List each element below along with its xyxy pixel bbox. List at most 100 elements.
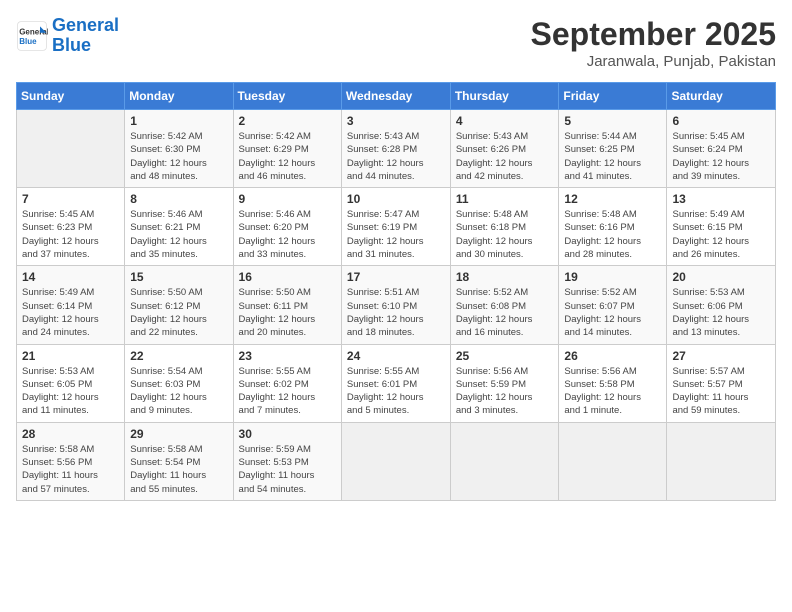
calendar-cell: 23 Sunrise: 5:55 AM Sunset: 6:02 PM Dayli… [233,344,341,422]
day-number: 24 [347,349,445,363]
day-number: 23 [239,349,336,363]
calendar-cell: 25 Sunrise: 5:56 AM Sunset: 5:59 PM Dayli… [450,344,559,422]
day-info: Sunrise: 5:49 AM Sunset: 6:15 PM Dayligh… [672,208,770,261]
day-number: 10 [347,192,445,206]
calendar-cell: 15 Sunrise: 5:50 AM Sunset: 6:12 PM Dayli… [125,266,233,344]
page-header: General Blue GeneralBlue September 2025 … [16,16,776,70]
day-info: Sunrise: 5:56 AM Sunset: 5:59 PM Dayligh… [456,365,554,418]
day-info: Sunrise: 5:53 AM Sunset: 6:05 PM Dayligh… [22,365,119,418]
day-info: Sunrise: 5:58 AM Sunset: 5:56 PM Dayligh… [22,443,119,496]
day-number: 27 [672,349,770,363]
calendar-cell [450,422,559,500]
calendar-week-row: 28 Sunrise: 5:58 AM Sunset: 5:56 PM Dayli… [17,422,776,500]
day-info: Sunrise: 5:56 AM Sunset: 5:58 PM Dayligh… [564,365,661,418]
day-number: 5 [564,114,661,128]
calendar-cell: 10 Sunrise: 5:47 AM Sunset: 6:19 PM Dayli… [341,188,450,266]
day-number: 3 [347,114,445,128]
calendar-cell: 16Sunrise: 5:50 AM Sunset: 6:11 PM Dayli… [233,266,341,344]
day-info: Sunrise: 5:43 AM Sunset: 6:28 PM Dayligh… [347,130,445,183]
calendar-cell: 24Sunrise: 5:55 AM Sunset: 6:01 PM Dayli… [341,344,450,422]
calendar-cell: 28 Sunrise: 5:58 AM Sunset: 5:56 PM Dayli… [17,422,125,500]
calendar-cell: 21 Sunrise: 5:53 AM Sunset: 6:05 PM Dayli… [17,344,125,422]
calendar-header-row: SundayMondayTuesdayWednesdayThursdayFrid… [17,83,776,110]
day-number: 11 [456,192,554,206]
day-number: 15 [130,270,227,284]
calendar-cell: 9Sunrise: 5:46 AM Sunset: 6:20 PM Daylig… [233,188,341,266]
calendar-cell: 29Sunrise: 5:58 AM Sunset: 5:54 PM Dayli… [125,422,233,500]
day-info: Sunrise: 5:54 AM Sunset: 6:03 PM Dayligh… [130,365,227,418]
weekday-header: Tuesday [233,83,341,110]
logo: General Blue GeneralBlue [16,16,119,56]
day-info: Sunrise: 5:49 AM Sunset: 6:14 PM Dayligh… [22,286,119,339]
day-number: 7 [22,192,119,206]
weekday-header: Thursday [450,83,559,110]
location-subtitle: Jaranwala, Punjab, Pakistan [531,53,776,70]
calendar-cell: 26 Sunrise: 5:56 AM Sunset: 5:58 PM Dayli… [559,344,667,422]
day-number: 14 [22,270,119,284]
day-info: Sunrise: 5:42 AM Sunset: 6:29 PM Dayligh… [239,130,336,183]
day-number: 25 [456,349,554,363]
day-info: Sunrise: 5:58 AM Sunset: 5:54 PM Dayligh… [130,443,227,496]
calendar-table: SundayMondayTuesdayWednesdayThursdayFrid… [16,82,776,501]
logo-icon: General Blue [16,20,48,52]
day-info: Sunrise: 5:59 AM Sunset: 5:53 PM Dayligh… [239,443,336,496]
calendar-cell: 17 Sunrise: 5:51 AM Sunset: 6:10 PM Dayli… [341,266,450,344]
day-number: 17 [347,270,445,284]
day-info: Sunrise: 5:52 AM Sunset: 6:08 PM Dayligh… [456,286,554,339]
calendar-cell: 13 Sunrise: 5:49 AM Sunset: 6:15 PM Dayli… [667,188,776,266]
day-number: 21 [22,349,119,363]
day-number: 13 [672,192,770,206]
day-number: 26 [564,349,661,363]
calendar-cell: 5 Sunrise: 5:44 AM Sunset: 6:25 PM Daylig… [559,110,667,188]
calendar-cell: 19 Sunrise: 5:52 AM Sunset: 6:07 PM Dayli… [559,266,667,344]
day-info: Sunrise: 5:52 AM Sunset: 6:07 PM Dayligh… [564,286,661,339]
calendar-cell [17,110,125,188]
month-title: September 2025 [531,16,776,53]
day-info: Sunrise: 5:46 AM Sunset: 6:20 PM Dayligh… [239,208,336,261]
day-info: Sunrise: 5:42 AM Sunset: 6:30 PM Dayligh… [130,130,227,183]
calendar-cell: 18Sunrise: 5:52 AM Sunset: 6:08 PM Dayli… [450,266,559,344]
calendar-cell [341,422,450,500]
day-number: 19 [564,270,661,284]
title-block: September 2025 Jaranwala, Punjab, Pakist… [531,16,776,70]
calendar-cell: 30 Sunrise: 5:59 AM Sunset: 5:53 PM Dayli… [233,422,341,500]
calendar-cell [667,422,776,500]
day-info: Sunrise: 5:48 AM Sunset: 6:18 PM Dayligh… [456,208,554,261]
day-number: 12 [564,192,661,206]
logo-text: GeneralBlue [52,16,119,56]
calendar-cell: 8Sunrise: 5:46 AM Sunset: 6:21 PM Daylig… [125,188,233,266]
day-info: Sunrise: 5:46 AM Sunset: 6:21 PM Dayligh… [130,208,227,261]
weekday-header: Saturday [667,83,776,110]
day-number: 28 [22,427,119,441]
day-info: Sunrise: 5:45 AM Sunset: 6:23 PM Dayligh… [22,208,119,261]
day-info: Sunrise: 5:53 AM Sunset: 6:06 PM Dayligh… [672,286,770,339]
calendar-cell: 3 Sunrise: 5:43 AM Sunset: 6:28 PM Daylig… [341,110,450,188]
day-info: Sunrise: 5:57 AM Sunset: 5:57 PM Dayligh… [672,365,770,418]
calendar-week-row: 1 Sunrise: 5:42 AM Sunset: 6:30 PM Daylig… [17,110,776,188]
day-number: 1 [130,114,227,128]
day-info: Sunrise: 5:50 AM Sunset: 6:12 PM Dayligh… [130,286,227,339]
calendar-cell: 27 Sunrise: 5:57 AM Sunset: 5:57 PM Dayli… [667,344,776,422]
weekday-header: Monday [125,83,233,110]
day-number: 30 [239,427,336,441]
calendar-cell: 14 Sunrise: 5:49 AM Sunset: 6:14 PM Dayli… [17,266,125,344]
day-number: 22 [130,349,227,363]
calendar-cell: 20Sunrise: 5:53 AM Sunset: 6:06 PM Dayli… [667,266,776,344]
day-info: Sunrise: 5:45 AM Sunset: 6:24 PM Dayligh… [672,130,770,183]
calendar-cell: 6Sunrise: 5:45 AM Sunset: 6:24 PM Daylig… [667,110,776,188]
day-number: 2 [239,114,336,128]
day-info: Sunrise: 5:51 AM Sunset: 6:10 PM Dayligh… [347,286,445,339]
calendar-cell: 4Sunrise: 5:43 AM Sunset: 6:26 PM Daylig… [450,110,559,188]
day-info: Sunrise: 5:44 AM Sunset: 6:25 PM Dayligh… [564,130,661,183]
calendar-cell: 1 Sunrise: 5:42 AM Sunset: 6:30 PM Daylig… [125,110,233,188]
weekday-header: Wednesday [341,83,450,110]
calendar-cell: 11 Sunrise: 5:48 AM Sunset: 6:18 PM Dayli… [450,188,559,266]
calendar-week-row: 14 Sunrise: 5:49 AM Sunset: 6:14 PM Dayli… [17,266,776,344]
day-info: Sunrise: 5:47 AM Sunset: 6:19 PM Dayligh… [347,208,445,261]
day-number: 4 [456,114,554,128]
calendar-week-row: 7 Sunrise: 5:45 AM Sunset: 6:23 PM Daylig… [17,188,776,266]
day-number: 16 [239,270,336,284]
day-info: Sunrise: 5:55 AM Sunset: 6:02 PM Dayligh… [239,365,336,418]
calendar-cell: 12Sunrise: 5:48 AM Sunset: 6:16 PM Dayli… [559,188,667,266]
calendar-cell: 7 Sunrise: 5:45 AM Sunset: 6:23 PM Daylig… [17,188,125,266]
